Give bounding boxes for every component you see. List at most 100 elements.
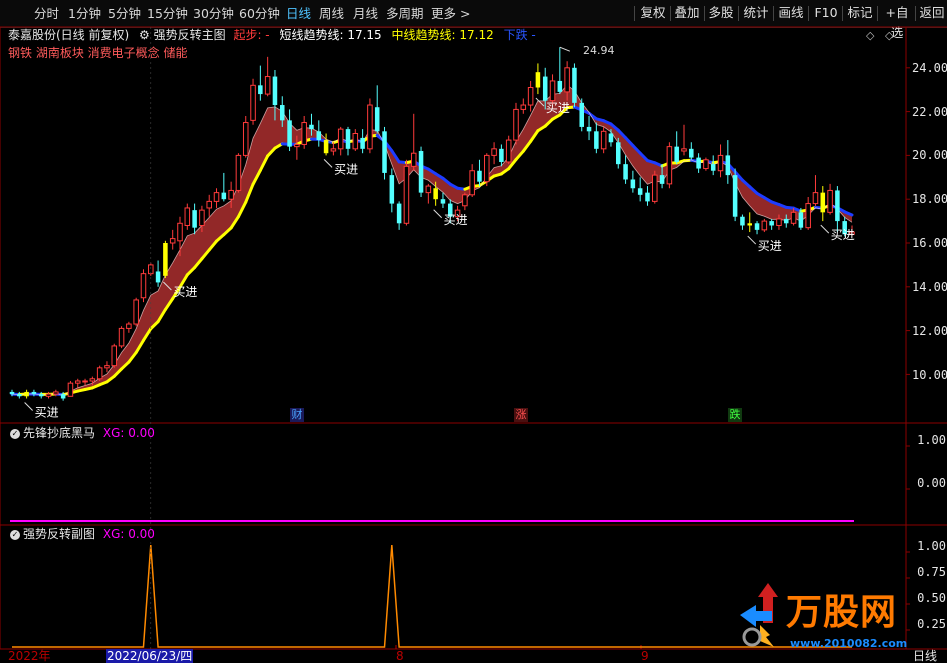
news-mark-fall[interactable]: 跌 — [728, 408, 742, 422]
candle-body — [163, 243, 168, 276]
candle-body — [637, 188, 643, 195]
candle-body — [600, 130, 607, 150]
candle-body — [725, 155, 731, 176]
candle-body — [659, 175, 665, 184]
candle-body — [520, 104, 527, 110]
sub1-y-label: 0.00 — [917, 476, 946, 490]
candle-body — [301, 122, 307, 145]
peak-price-label: 24.94 — [583, 44, 615, 57]
candle-body — [382, 131, 387, 173]
candle-body — [740, 216, 745, 226]
sub1-y-label: 1.00 — [917, 433, 946, 447]
indicator-name[interactable]: 强势反转主图 — [154, 28, 226, 42]
candle-body — [798, 212, 804, 228]
candle-body — [213, 192, 220, 202]
sub2-y-label: 1.00 — [917, 539, 946, 553]
y-axis-label: 12.00 — [912, 324, 947, 338]
watermark-url: www.2010082.com — [790, 637, 908, 650]
y-axis-label: 24.00 — [912, 61, 947, 75]
buy-pointer — [820, 224, 830, 234]
main-indicator-header: 泰嘉股份(日线 前复权) ⚙ 强势反转主图 起步: - 短线趋势线: 17.15… — [8, 27, 536, 43]
sub-panel-1-xg: XG: 0.00 — [102, 426, 155, 440]
collapse-icon[interactable]: ✓ — [10, 530, 20, 540]
candle-body — [754, 223, 760, 230]
candle-body — [279, 105, 285, 121]
candle-body — [309, 124, 314, 130]
gear-icon[interactable]: ⚙ — [139, 28, 150, 42]
candle-body — [440, 199, 446, 204]
candle-body — [192, 210, 197, 228]
sub-panel-2-title[interactable]: 强势反转副图 — [23, 527, 95, 541]
sub-panel-1-title[interactable]: 先锋抄底黑马 — [23, 426, 95, 440]
candle-body — [527, 87, 534, 106]
sub-panel-2-header: ✓ 强势反转副图 XG: 0.00 — [10, 526, 155, 542]
candle-body — [403, 165, 410, 224]
candle-body — [557, 80, 563, 92]
candle-body — [689, 148, 694, 158]
candle-body — [45, 393, 52, 397]
candle-body — [623, 164, 628, 180]
diamond-icon[interactable]: ◇ — [866, 29, 874, 42]
arrow-logo-icon — [740, 583, 778, 647]
buy-pointer — [323, 159, 333, 168]
candle-body — [769, 221, 774, 226]
watermark-brand: 万股网 — [786, 592, 898, 633]
kline-chart[interactable]: 买进买进买进买进买进买进买进 — [0, 0, 947, 663]
candle-body — [572, 67, 577, 103]
candle-body — [630, 179, 636, 189]
candle-body — [761, 220, 768, 231]
candle-body — [469, 170, 475, 196]
candle-body — [389, 175, 395, 204]
candle-body — [418, 151, 424, 193]
candle-body — [425, 185, 432, 194]
candle-body — [242, 122, 249, 156]
candle-body — [674, 146, 679, 162]
candle-body — [60, 394, 66, 399]
candle-body — [586, 126, 592, 132]
news-mark-finance[interactable]: 财 — [290, 408, 304, 422]
candle-body — [696, 157, 701, 169]
stock-title: 泰嘉股份(日线 前复权) — [8, 28, 130, 42]
candle-body — [258, 85, 263, 95]
candle-body — [155, 271, 161, 283]
candle-body — [199, 209, 205, 226]
collapse-icon[interactable]: ✓ — [10, 429, 20, 439]
y-axis-label: 10.00 — [912, 368, 947, 382]
candle-body — [652, 174, 658, 202]
candle-body — [96, 367, 103, 380]
candle-body — [272, 76, 278, 106]
candle-body — [38, 394, 44, 397]
candle-body — [812, 192, 819, 205]
candle-body — [264, 76, 271, 95]
sub-panel-2-xg: XG: 0.00 — [102, 527, 155, 541]
candle-body — [681, 148, 687, 152]
diamond-icon[interactable]: ◇ — [885, 29, 893, 42]
concept-tags: 钢铁 湖南板块 消费电子概念 储能 — [8, 46, 188, 60]
buy-pointer — [433, 209, 443, 219]
watermark-logo: 万股网 www.2010082.com — [730, 575, 945, 655]
candle-body — [177, 222, 183, 242]
candle-body — [287, 120, 292, 147]
buy-signal-label: 买进 — [758, 239, 782, 253]
news-mark-rise[interactable]: 涨 — [514, 408, 528, 422]
candle-body — [732, 175, 738, 217]
candle-body — [126, 323, 132, 329]
candle-body — [228, 189, 234, 200]
x-axis-cursor-date: 2022/06/23/四 — [106, 649, 194, 663]
candle-body — [367, 104, 373, 150]
candle-body — [477, 170, 482, 182]
candle-body — [118, 327, 125, 347]
candle-body — [374, 107, 380, 132]
candle-body — [323, 140, 329, 154]
candle-body — [140, 273, 147, 299]
candle-body — [74, 380, 81, 384]
candle-body — [89, 378, 96, 382]
candle-body — [294, 143, 300, 148]
candle-body — [9, 391, 15, 395]
candle-body — [783, 218, 789, 224]
candle-body — [535, 72, 541, 88]
candle-body — [235, 154, 242, 191]
candle-body — [396, 203, 402, 224]
buy-pointer — [24, 402, 33, 411]
y-axis-label: 14.00 — [912, 280, 947, 294]
